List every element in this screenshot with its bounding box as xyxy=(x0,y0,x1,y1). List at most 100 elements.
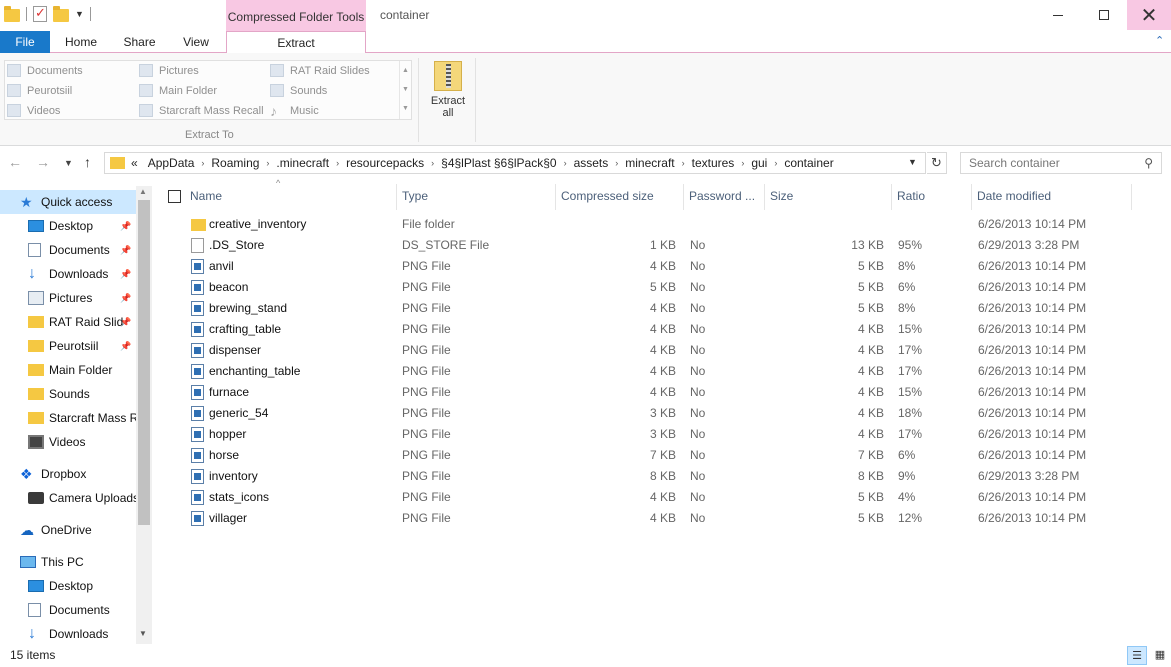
minimize-button[interactable] xyxy=(1035,0,1081,30)
tab-home[interactable]: Home xyxy=(52,31,110,53)
nav-item-dropbox[interactable]: ❖ Dropbox xyxy=(0,462,136,486)
chevron-right-icon[interactable]: › xyxy=(429,158,436,168)
chevron-right-icon[interactable]: › xyxy=(199,158,206,168)
properties-icon[interactable] xyxy=(33,5,47,22)
table-row[interactable]: inventory PNG File 8 KB No 8 KB 9% 6/29/2013 3… xyxy=(152,466,1171,487)
new-folder-icon[interactable] xyxy=(53,5,69,22)
table-row[interactable]: stats_icons PNG File 4 KB No 5 KB 4% 6/26/2013… xyxy=(152,487,1171,508)
chevron-right-icon[interactable]: › xyxy=(613,158,620,168)
large-icons-view-button[interactable]: ▦ xyxy=(1150,646,1170,665)
breadcrumb-current[interactable]: container xyxy=(779,156,838,170)
chevron-right-icon[interactable]: › xyxy=(739,158,746,168)
table-row[interactable]: .DS_Store DS_STORE File 1 KB No 13 KB 95% 6/29… xyxy=(152,235,1171,256)
chevron-down-icon[interactable]: ▼ xyxy=(400,80,411,99)
chevron-up-icon[interactable]: ▲ xyxy=(400,61,411,80)
breadcrumb-item[interactable]: §4§lPlast §6§lPack§0 xyxy=(436,156,561,170)
column-header-type[interactable]: Type xyxy=(396,180,555,212)
breadcrumb-item[interactable]: AppData xyxy=(143,156,200,170)
address-bar[interactable]: « AppData › Roaming › .minecraft › resource… xyxy=(104,152,926,174)
scroll-up-icon[interactable]: ▲ xyxy=(139,187,147,196)
scroll-down-icon[interactable]: ▼ xyxy=(139,629,147,638)
nav-item-downloads[interactable]: ↓ Downloads 📌 xyxy=(0,262,136,286)
folder-icon[interactable] xyxy=(4,5,20,22)
breadcrumb-overflow[interactable]: « xyxy=(131,156,143,170)
gallery-scrollbar[interactable]: ▲ ▼ ▼ xyxy=(399,61,411,119)
back-arrow-icon[interactable]: ← xyxy=(8,154,22,170)
nav-scrollbar[interactable]: ▲ ▼ xyxy=(136,186,152,644)
table-row[interactable]: brewing_stand PNG File 4 KB No 5 KB 8% 6/26/20… xyxy=(152,298,1171,319)
refresh-button[interactable]: ↻ xyxy=(927,152,947,174)
extract-to-rat-raid-slides[interactable]: RAT Raid Slides xyxy=(268,61,370,81)
column-header-date-modified[interactable]: Date modified xyxy=(971,180,1131,212)
nav-item-peurotsiil[interactable]: Peurotsiil 📌 xyxy=(0,334,136,358)
breadcrumb-item[interactable]: textures xyxy=(687,156,740,170)
address-history-chevron-icon[interactable]: ▼ xyxy=(908,157,917,167)
table-row[interactable]: horse PNG File 7 KB No 7 KB 6% 6/26/2013 10:14… xyxy=(152,445,1171,466)
nav-item-documents[interactable]: Documents 📌 xyxy=(0,238,136,262)
tab-file[interactable]: File xyxy=(0,31,50,53)
recent-locations-chevron-icon[interactable]: ▼ xyxy=(64,158,73,168)
chevron-right-icon[interactable]: › xyxy=(562,158,569,168)
extract-to-music[interactable]: ♪ Music xyxy=(268,101,319,121)
nav-item-desktop[interactable]: Desktop 📌 xyxy=(0,214,136,238)
nav-item-videos[interactable]: Videos xyxy=(0,430,136,454)
search-box[interactable]: ⚲ xyxy=(960,152,1162,174)
column-header-size[interactable]: Size xyxy=(764,180,892,212)
table-row[interactable]: villager PNG File 4 KB No 5 KB 12% 6/26/2013 1… xyxy=(152,508,1171,529)
tab-share[interactable]: Share xyxy=(112,31,167,53)
nav-item-downloads[interactable]: ↓ Downloads xyxy=(0,622,136,644)
table-row[interactable]: dispenser PNG File 4 KB No 4 KB 17% 6/26/2013 … xyxy=(152,340,1171,361)
up-arrow-icon[interactable]: ↑ xyxy=(84,154,91,170)
breadcrumb-item[interactable]: gui xyxy=(746,156,772,170)
breadcrumb-item[interactable]: .minecraft xyxy=(271,156,334,170)
column-header-name[interactable]: Name xyxy=(184,180,396,212)
nav-item-starcraft-mass-re[interactable]: Starcraft Mass Re xyxy=(0,406,136,430)
tab-extract[interactable]: Extract xyxy=(226,31,366,54)
nav-item-documents[interactable]: Documents xyxy=(0,598,136,622)
nav-item-main-folder[interactable]: Main Folder xyxy=(0,358,136,382)
extract-to-main-folder[interactable]: Main Folder xyxy=(137,81,217,101)
maximize-button[interactable] xyxy=(1081,0,1127,30)
nav-item-desktop[interactable]: Desktop xyxy=(0,574,136,598)
nav-item-rat-raid-slid[interactable]: RAT Raid Slid 📌 xyxy=(0,310,136,334)
table-row[interactable]: enchanting_table PNG File 4 KB No 4 KB 17% 6/2… xyxy=(152,361,1171,382)
chevron-right-icon[interactable]: › xyxy=(680,158,687,168)
column-divider[interactable] xyxy=(1131,184,1132,210)
extract-to-peurotsiil[interactable]: Peurotsiil xyxy=(5,81,72,101)
extract-to-sounds[interactable]: Sounds xyxy=(268,81,327,101)
extract-all-button[interactable]: Extract all xyxy=(425,59,471,129)
scroll-thumb[interactable] xyxy=(138,200,150,525)
chevron-right-icon[interactable]: › xyxy=(772,158,779,168)
select-all-checkbox[interactable] xyxy=(168,190,181,203)
nav-item-pictures[interactable]: Pictures 📌 xyxy=(0,286,136,310)
search-input[interactable] xyxy=(961,153,1131,173)
table-row[interactable]: crafting_table PNG File 4 KB No 4 KB 15% 6/26/… xyxy=(152,319,1171,340)
nav-item-quick-access[interactable]: ★ Quick access xyxy=(0,190,136,214)
nav-item-onedrive[interactable]: ☁ OneDrive xyxy=(0,518,136,542)
gallery-more-icon[interactable]: ▼ xyxy=(400,99,411,118)
expand-ribbon-chevron-icon[interactable]: ⌃ xyxy=(1155,34,1164,47)
breadcrumb-item[interactable]: assets xyxy=(569,156,614,170)
breadcrumb-item[interactable]: minecraft xyxy=(620,156,679,170)
table-row[interactable]: furnace PNG File 4 KB No 4 KB 15% 6/26/2013 10… xyxy=(152,382,1171,403)
table-row[interactable]: generic_54 PNG File 3 KB No 4 KB 18% 6/26/2013… xyxy=(152,403,1171,424)
chevron-right-icon[interactable]: › xyxy=(334,158,341,168)
breadcrumb-item[interactable]: Roaming xyxy=(206,156,264,170)
forward-arrow-icon[interactable]: → xyxy=(36,154,50,170)
column-header-ratio[interactable]: Ratio xyxy=(891,180,971,212)
close-button[interactable]: ✕ xyxy=(1127,0,1171,30)
nav-item-sounds[interactable]: Sounds xyxy=(0,382,136,406)
breadcrumb-item[interactable]: resourcepacks xyxy=(341,156,429,170)
extract-to-starcraft[interactable]: Starcraft Mass Recall xyxy=(137,101,264,121)
extract-to-documents[interactable]: Documents xyxy=(5,61,83,81)
search-icon[interactable]: ⚲ xyxy=(1144,156,1153,170)
extract-to-videos[interactable]: Videos xyxy=(5,101,60,121)
column-header-password[interactable]: Password ... xyxy=(683,180,764,212)
nav-item-camera-uploads[interactable]: Camera Uploads xyxy=(0,486,136,510)
customize-qat-chevron-icon[interactable]: ▼ xyxy=(75,9,84,19)
column-header-compressed-size[interactable]: Compressed size xyxy=(555,180,683,212)
nav-item-this-pc[interactable]: This PC xyxy=(0,550,136,574)
table-row[interactable]: beacon PNG File 5 KB No 5 KB 6% 6/26/2013 10:1… xyxy=(152,277,1171,298)
table-row[interactable]: creative_inventory File folder 6/26/2013 1… xyxy=(152,214,1171,235)
extract-to-pictures[interactable]: Pictures xyxy=(137,61,199,81)
